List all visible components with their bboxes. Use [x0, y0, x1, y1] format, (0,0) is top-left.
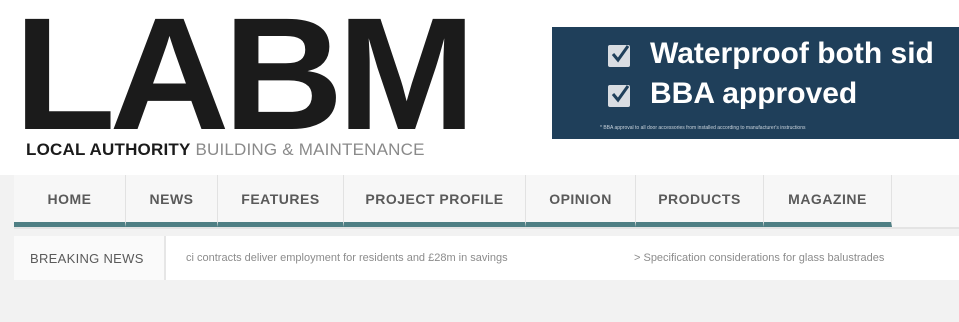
ad-fine-print: * BBA approval to all door accessories f…	[600, 125, 806, 131]
checkbox-icon	[608, 85, 630, 107]
nav-item-news[interactable]: NEWS	[126, 175, 218, 227]
nav-item-opinion[interactable]: OPINION	[526, 175, 636, 227]
tagline-light: BUILDING & MAINTENANCE	[195, 140, 425, 159]
nav-item-home[interactable]: HOME	[14, 175, 126, 227]
breaking-news-bar: BREAKING NEWS ci contracts deliver emplo…	[14, 236, 959, 280]
breaking-news-label: BREAKING NEWS	[14, 236, 166, 280]
nav-item-project-profile[interactable]: PROJECT PROFILE	[344, 175, 526, 227]
ad-headline: Waterproof both sid	[650, 37, 934, 70]
site-tagline: LOCAL AUTHORITY BUILDING & MAINTENANCE	[26, 140, 425, 160]
ticker-item[interactable]: > Specification considerations for glass…	[634, 236, 884, 280]
nav-item-features[interactable]: FEATURES	[218, 175, 344, 227]
nav-item-magazine[interactable]: MAGAZINE	[764, 175, 892, 227]
main-navigation: HOME NEWS FEATURES PROJECT PROFILE OPINI…	[14, 175, 959, 229]
advertisement-banner[interactable]: Waterproof both sid BBA approved * BBA a…	[552, 27, 959, 139]
site-header: LABM LOCAL AUTHORITY BUILDING & MAINTENA…	[0, 0, 959, 175]
tagline-bold: LOCAL AUTHORITY	[26, 140, 191, 159]
ticker-item[interactable]: ci contracts deliver employment for resi…	[186, 236, 508, 280]
nav-item-products[interactable]: PRODUCTS	[636, 175, 764, 227]
checkbox-icon	[608, 45, 630, 67]
ad-subheadline: BBA approved	[650, 77, 858, 110]
site-logo[interactable]: LABM	[14, 0, 476, 154]
